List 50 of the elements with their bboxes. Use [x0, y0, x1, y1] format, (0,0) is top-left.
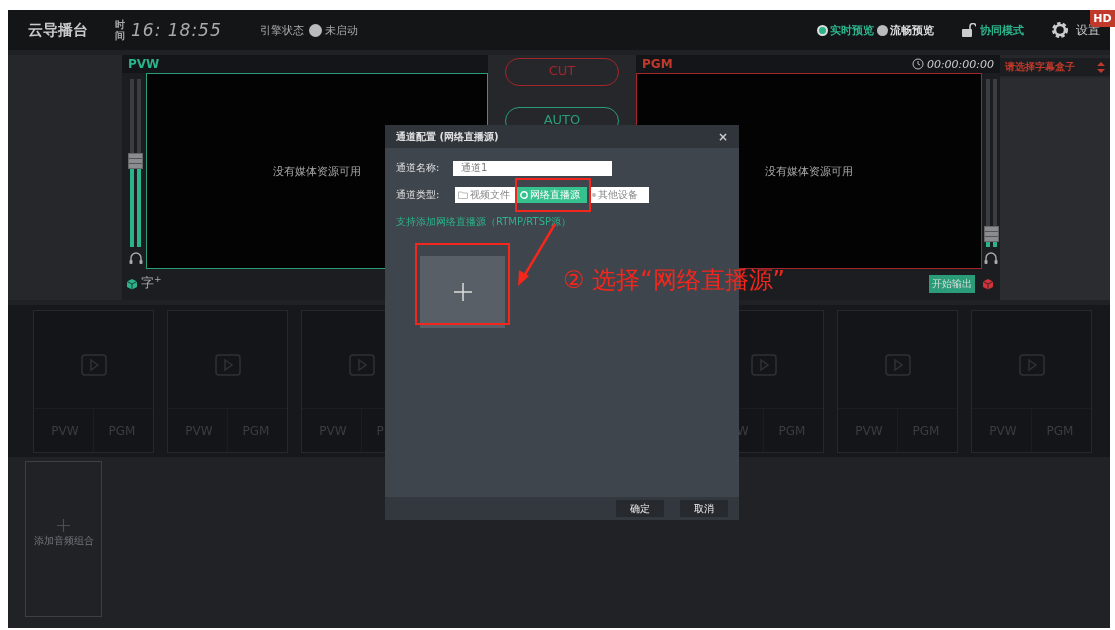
fader-handle[interactable]: [983, 225, 999, 242]
subtitle-overlay-button[interactable]: 字$^{+}$: [141, 274, 162, 293]
play-icon: [214, 353, 241, 376]
empty-message: 没有媒体资源可用: [272, 163, 361, 179]
fader-handle[interactable]: [128, 153, 144, 170]
add-audio-group-button[interactable]: 添加音频组合: [25, 461, 102, 617]
circle-icon: [520, 191, 528, 199]
empty-message: 没有媒体资源可用: [765, 163, 853, 179]
type-option[interactable]: 其他设备: [589, 187, 649, 203]
timecode: 00:00:00:00: [926, 57, 994, 71]
updown-icon: [1097, 61, 1105, 73]
play-icon: [348, 353, 375, 376]
play-icon: [750, 353, 777, 376]
play-icon: [1018, 353, 1045, 376]
engine-status: 未启动: [324, 22, 358, 38]
time-label: 时间: [115, 19, 125, 41]
close-button[interactable]: ×: [717, 129, 728, 144]
radio-option[interactable]: 实时预览: [817, 22, 874, 38]
annotation-text: ② 选择“网络直播源”: [563, 265, 785, 296]
panel-title: PVW: [128, 57, 160, 71]
collab-mode-toggle[interactable]: 协同模式: [980, 22, 1024, 38]
cube-icon: [126, 277, 138, 290]
plus-icon: [57, 518, 70, 532]
field-label: 通道名称:: [396, 161, 441, 175]
ok-button[interactable]: 确定: [616, 500, 664, 517]
start-output-button[interactable]: 开始输出: [929, 274, 975, 293]
engine-status-label: 引擎状态: [259, 22, 304, 38]
folder-icon: [458, 191, 468, 199]
cube-icon: [982, 277, 994, 290]
dialog-title: 通道配置 (网络直播源): [396, 129, 499, 144]
app-logo: 云导播台: [28, 20, 88, 40]
plus-icon: [453, 283, 472, 301]
play-icon: [80, 353, 107, 376]
clock-icon: [911, 58, 924, 70]
type-option[interactable]: 网络直播源: [517, 187, 587, 203]
headphones-icon: [128, 251, 143, 265]
subtitle-select[interactable]: 请选择字幕盒子: [1000, 58, 1110, 76]
lock-icon: [962, 23, 976, 37]
headphones-icon: [984, 251, 998, 265]
dot-icon: [592, 193, 596, 197]
cancel-button[interactable]: 取消: [680, 500, 728, 517]
hd-badge: HD: [1090, 10, 1115, 27]
play-icon: [884, 353, 911, 376]
settings-icon: [1050, 20, 1070, 40]
channel-name-field[interactable]: 通道1: [453, 160, 612, 176]
field-label: 通道类型:: [396, 188, 441, 202]
type-option[interactable]: 视频文件: [455, 187, 515, 203]
panel-title: PGM: [642, 57, 673, 71]
clock-display: 16: 18:55: [131, 20, 222, 40]
radio-option[interactable]: 流畅预览: [877, 22, 934, 38]
